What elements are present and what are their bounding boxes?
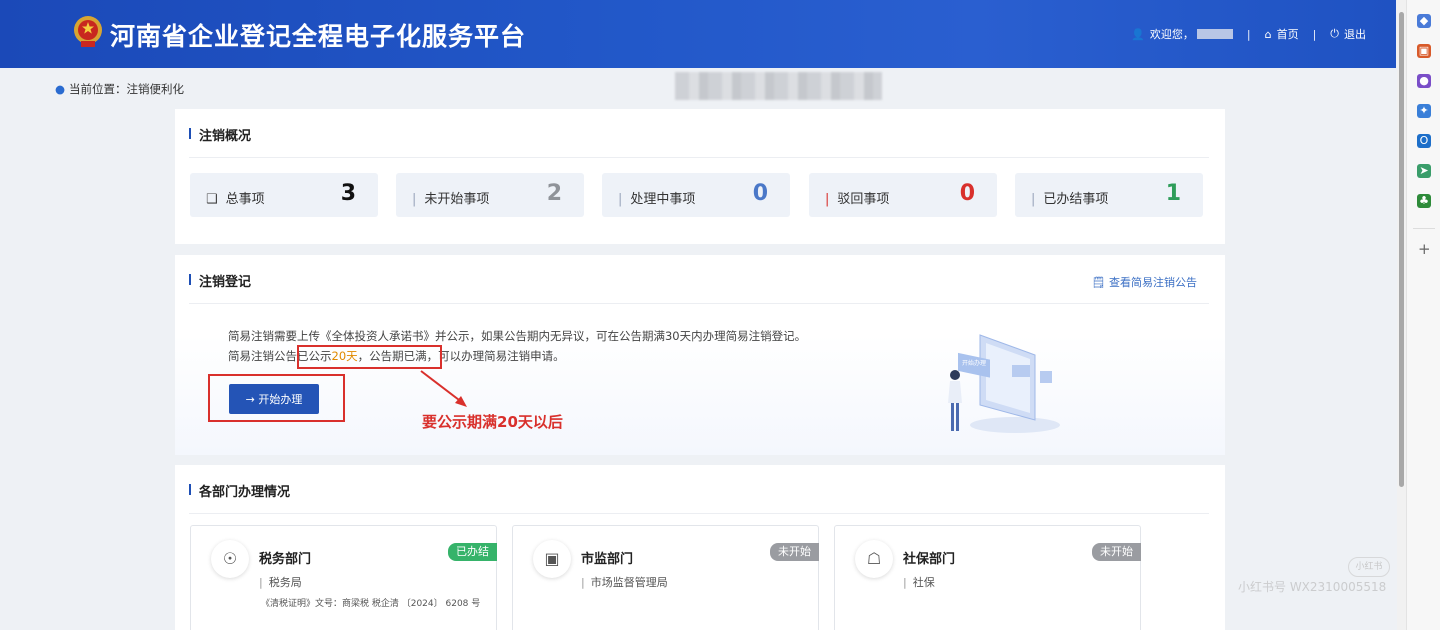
page-scrollbar[interactable] bbox=[1397, 0, 1406, 630]
user-icon: 👤 bbox=[1131, 27, 1145, 41]
people-icon[interactable]: ● bbox=[1417, 74, 1431, 88]
national-emblem-icon bbox=[74, 16, 102, 47]
status-badge: 已办结 bbox=[448, 543, 497, 561]
department-sub: | 税务局 bbox=[259, 576, 302, 589]
send-icon[interactable]: ➤ bbox=[1417, 164, 1431, 178]
register-card: 注销登记 🗒 查看简易注销公告 简易注销需要上传《全体投资人承诺书》并公示，如果… bbox=[175, 255, 1225, 455]
stat-value: 3 bbox=[340, 181, 356, 206]
department-sub: | 社保 bbox=[903, 576, 935, 589]
divider-bar-icon: | bbox=[618, 192, 623, 207]
stat-value: 0 bbox=[752, 181, 768, 206]
view-simple-notice-link[interactable]: 🗒 查看简易注销公告 bbox=[1092, 274, 1197, 290]
location-pin-icon: ● bbox=[55, 82, 66, 96]
departments-title: 各部门办理情况 bbox=[189, 481, 290, 500]
social-security-icon: ☖ bbox=[855, 540, 893, 578]
stat-value: 2 bbox=[546, 181, 562, 206]
annotation-arrow-icon bbox=[420, 370, 467, 407]
departments-card: 各部门办理情况 ☉ 税务部门 | 税务局 已办结《清税证明》文号：商梁税 税企清 〔20… bbox=[175, 465, 1225, 630]
department-name: 社保部门 bbox=[903, 552, 956, 567]
stat-card[interactable]: | 未开始事项 2 bbox=[396, 173, 584, 217]
copilot-icon[interactable]: ✦ bbox=[1417, 104, 1431, 118]
stat-label: | 已办结事项 bbox=[1031, 192, 1109, 207]
stat-card[interactable]: | 处理中事项 0 bbox=[602, 173, 790, 217]
divider-bar-icon: | bbox=[412, 192, 417, 207]
department-doc-info: 《清税证明》文号：商梁税 税企清 〔2024〕 6208 号 bbox=[261, 599, 481, 609]
home-link[interactable]: 首页 bbox=[1277, 26, 1299, 42]
blurred-region bbox=[675, 72, 882, 100]
annotation-text: 要公示期满20天以后 bbox=[422, 413, 563, 431]
stat-label: | 驳回事项 bbox=[825, 192, 890, 207]
top-header: 河南省企业登记全程电子化服务平台 👤 欢迎您， | ⌂ 首页 | ⏻ 退出 bbox=[0, 0, 1396, 68]
watermark-text: 小红书号 WX2310005518 bbox=[1238, 580, 1387, 594]
toolbox-icon[interactable]: ▣ bbox=[1417, 44, 1431, 58]
start-process-button[interactable]: → 开始办理 bbox=[229, 384, 319, 414]
header-user-area: 👤 欢迎您， | ⌂ 首页 | ⏻ 退出 bbox=[1131, 26, 1366, 42]
stat-value: 1 bbox=[1165, 181, 1181, 206]
department-card[interactable]: ☉ 税务部门 | 税务局 已办结《清税证明》文号：商梁税 税企清 〔2024〕 6208… bbox=[190, 525, 497, 630]
outlook-icon[interactable]: O bbox=[1417, 134, 1431, 148]
svg-text:开始办理: 开始办理 bbox=[962, 359, 986, 367]
notice-icon: 🗒 bbox=[1091, 276, 1106, 289]
breadcrumb: ● 当前位置：注销便利化 bbox=[55, 82, 185, 96]
add-icon[interactable]: + bbox=[1418, 240, 1431, 258]
stat-label: | 处理中事项 bbox=[618, 192, 696, 207]
stat-card[interactable]: | 驳回事项 0 bbox=[809, 173, 997, 217]
department-name: 市监部门 bbox=[581, 552, 634, 567]
divider-bar-icon: | bbox=[825, 192, 830, 207]
logout-link[interactable]: 退出 bbox=[1344, 26, 1366, 42]
status-badge: 未开始 bbox=[770, 543, 819, 561]
illustration-image: 开始办理 bbox=[948, 334, 1060, 433]
department-card[interactable]: ☖ 社保部门 | 社保 未开始 bbox=[834, 525, 1141, 630]
home-icon: ⌂ bbox=[1264, 27, 1272, 41]
divider-bar-icon: | bbox=[1031, 192, 1036, 207]
stat-card[interactable]: | 已办结事项 1 bbox=[1015, 173, 1203, 217]
watermark-badge: 小红书 bbox=[1348, 557, 1390, 577]
register-title: 注销登记 bbox=[189, 271, 251, 290]
stat-value: 0 bbox=[959, 181, 975, 206]
department-card[interactable]: ▣ 市监部门 | 市场监督管理局 未开始 bbox=[512, 525, 819, 630]
welcome-text: 欢迎您， bbox=[1149, 28, 1194, 41]
browser-sidebar: ◆ ▣ ● ✦ O ➤ ♣ + bbox=[1406, 0, 1440, 630]
list-icon: ❑ bbox=[206, 192, 218, 207]
stat-card[interactable]: ❑ 总事项 3 bbox=[190, 173, 378, 217]
market-icon: ▣ bbox=[533, 540, 571, 578]
masked-username bbox=[1196, 29, 1233, 39]
power-icon: ⏻ bbox=[1330, 27, 1339, 40]
tree-icon[interactable]: ♣ bbox=[1417, 194, 1431, 208]
status-badge: 未开始 bbox=[1092, 543, 1141, 561]
overview-title: 注销概况 bbox=[189, 125, 251, 144]
highlight-box-notice bbox=[297, 345, 442, 369]
stat-label: | 未开始事项 bbox=[412, 192, 490, 207]
overview-card: 注销概况 ❑ 总事项 3 | 未开始事项 2 | 处理中事项 0 | 驳回事项 0 | 已办结事项 1 bbox=[175, 109, 1225, 244]
arrow-right-icon: → bbox=[245, 393, 255, 406]
tax-icon: ☉ bbox=[211, 540, 249, 578]
platform-title: 河南省企业登记全程电子化服务平台 bbox=[110, 22, 527, 51]
department-name: 税务部门 bbox=[259, 552, 312, 567]
register-desc-line1: 简易注销需要上传《全体投资人承诺书》并公示，如果公告期内无异议，可在公告期满30… bbox=[228, 329, 807, 343]
tag-icon[interactable]: ◆ bbox=[1417, 14, 1431, 28]
department-sub: | 市场监督管理局 bbox=[581, 576, 668, 589]
stat-label: ❑ 总事项 bbox=[206, 192, 265, 207]
scrollbar-thumb[interactable] bbox=[1399, 12, 1404, 487]
